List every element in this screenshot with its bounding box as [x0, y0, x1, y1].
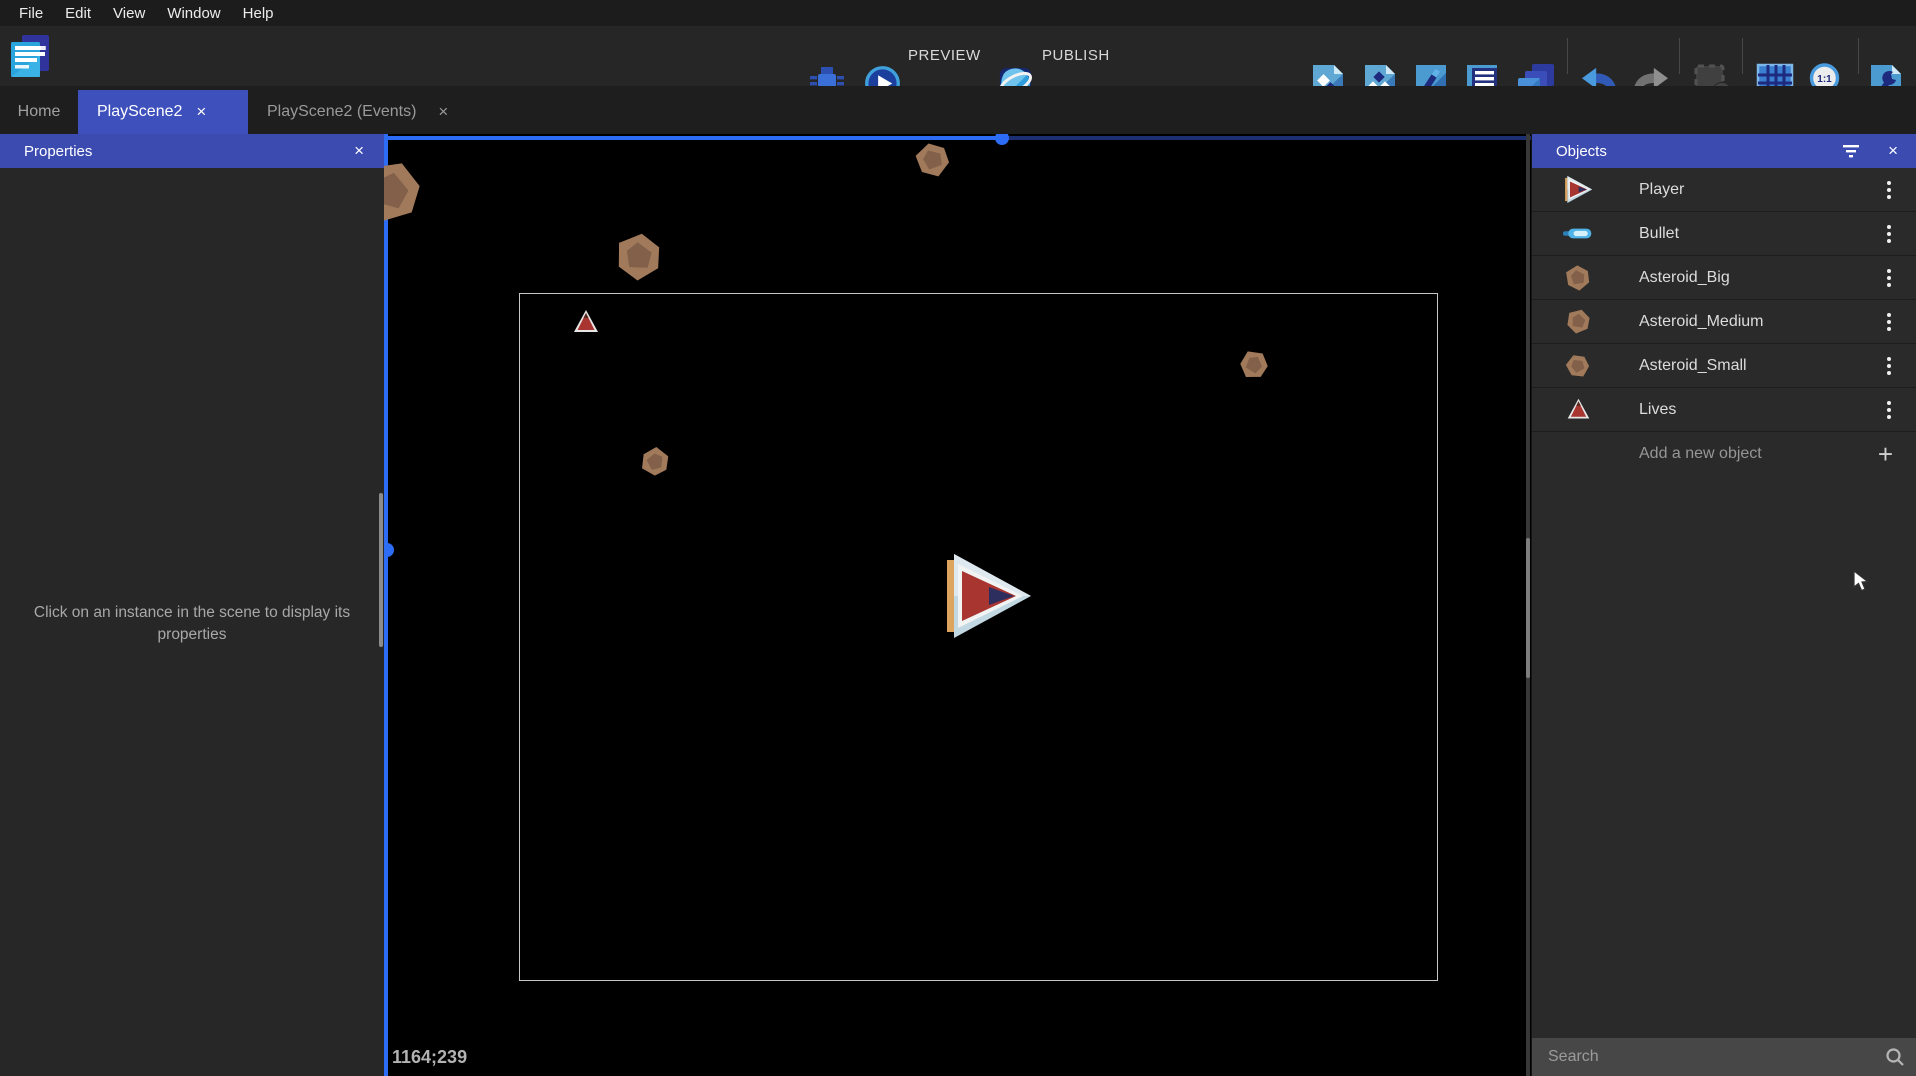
gdevelop-window: File Edit View Window Help	[0, 0, 1916, 1076]
toolbar-separator	[1679, 38, 1680, 74]
objects-title: Objects	[1532, 143, 1607, 160]
mouse-cursor	[1853, 570, 1872, 592]
asteroid-medium-instance[interactable]	[910, 137, 955, 182]
menu-edit[interactable]: Edit	[54, 5, 102, 22]
toolbar-separator	[1742, 38, 1743, 74]
close-icon[interactable]: ×	[1888, 141, 1898, 161]
canvas-v-scroll-thumb[interactable]	[384, 543, 394, 557]
tab-home[interactable]: Home	[0, 90, 78, 134]
close-tab-icon[interactable]: ×	[438, 102, 448, 122]
bullet-object-icon	[1562, 218, 1594, 250]
search-input[interactable]	[1532, 1038, 1916, 1076]
lives-object-icon	[1562, 394, 1594, 426]
object-row-bullet[interactable]: Bullet	[1532, 212, 1916, 256]
kebab-menu-icon[interactable]	[1881, 220, 1897, 248]
kebab-menu-icon[interactable]	[1881, 176, 1897, 204]
asteroid-medium-object-icon	[1562, 306, 1594, 338]
asteroid-big-instance[interactable]	[609, 227, 669, 287]
asteroid-big-instance[interactable]	[384, 147, 436, 237]
close-icon[interactable]: ×	[354, 141, 364, 161]
svg-text:1:1: 1:1	[1817, 74, 1832, 85]
kebab-menu-icon[interactable]	[1881, 396, 1897, 424]
asteroid-small-object-icon	[1562, 350, 1594, 382]
canvas-v-scroll-line[interactable]	[384, 134, 388, 1076]
properties-scrollbar-thumb[interactable]	[379, 493, 383, 647]
preview-button[interactable]: PREVIEW	[908, 26, 981, 86]
player-object-icon	[1562, 174, 1594, 206]
asteroid-big-object-icon	[1562, 262, 1594, 294]
toolbar-separator	[1567, 38, 1568, 74]
object-row-asteroid-medium[interactable]: Asteroid_Medium	[1532, 300, 1916, 344]
objects-search-bar	[1532, 1038, 1916, 1076]
canvas-h-scroll-line[interactable]	[384, 136, 1006, 140]
kebab-menu-icon[interactable]	[1881, 308, 1897, 336]
publish-button[interactable]: PUBLISH	[1042, 26, 1110, 86]
close-tab-icon[interactable]: ×	[196, 102, 206, 122]
object-row-asteroid-big[interactable]: Asteroid_Big	[1532, 256, 1916, 300]
toolbar-separator	[1858, 38, 1859, 74]
properties-panel-header: Properties ×	[0, 134, 384, 168]
editor-tab-bar: Home PlayScene2 × PlayScene2 (Events) ×	[0, 86, 1916, 134]
lives-instance[interactable]	[571, 307, 601, 337]
kebab-menu-icon[interactable]	[1881, 352, 1897, 380]
gdevelop-project-manager-icon[interactable]	[8, 33, 52, 79]
objects-panel-header: Objects ×	[1532, 134, 1916, 168]
objects-panel: Objects × Player Bullet	[1531, 134, 1916, 1076]
properties-empty-message: Click on an instance in the scene to dis…	[30, 602, 354, 647]
tab-playscene2[interactable]: PlayScene2 ×	[78, 90, 248, 134]
object-row-lives[interactable]: Lives	[1532, 388, 1916, 432]
main-toolbar: PREVIEW PUBLISH	[0, 26, 1916, 86]
properties-panel: Properties × Click on an instance in the…	[0, 134, 384, 1076]
tab-playscene2-events[interactable]: PlayScene2 (Events) ×	[250, 90, 490, 134]
filter-icon[interactable]	[1842, 144, 1860, 158]
object-row-asteroid-small[interactable]: Asteroid_Small	[1532, 344, 1916, 388]
menu-bar: File Edit View Window Help	[0, 0, 1916, 26]
player-instance[interactable]	[941, 551, 1033, 641]
menu-file[interactable]: File	[8, 5, 54, 22]
kebab-menu-icon[interactable]	[1881, 264, 1897, 292]
canvas-scrollbar-thumb[interactable]	[1526, 538, 1530, 678]
menu-help[interactable]: Help	[232, 5, 285, 22]
object-row-player[interactable]: Player	[1532, 168, 1916, 212]
canvas-h-scroll-line-rest	[1006, 136, 1531, 140]
plus-icon: +	[1878, 432, 1893, 476]
canvas-h-scroll-thumb[interactable]	[995, 134, 1009, 145]
cursor-coordinates: 1164;239	[392, 1047, 467, 1068]
add-new-object-button[interactable]: Add a new object +	[1532, 432, 1916, 476]
search-icon	[1885, 1047, 1905, 1067]
properties-title: Properties	[0, 143, 92, 160]
menu-window[interactable]: Window	[156, 5, 231, 22]
scene-editor-canvas[interactable]: 1164;239	[384, 134, 1531, 1076]
menu-view[interactable]: View	[102, 5, 156, 22]
